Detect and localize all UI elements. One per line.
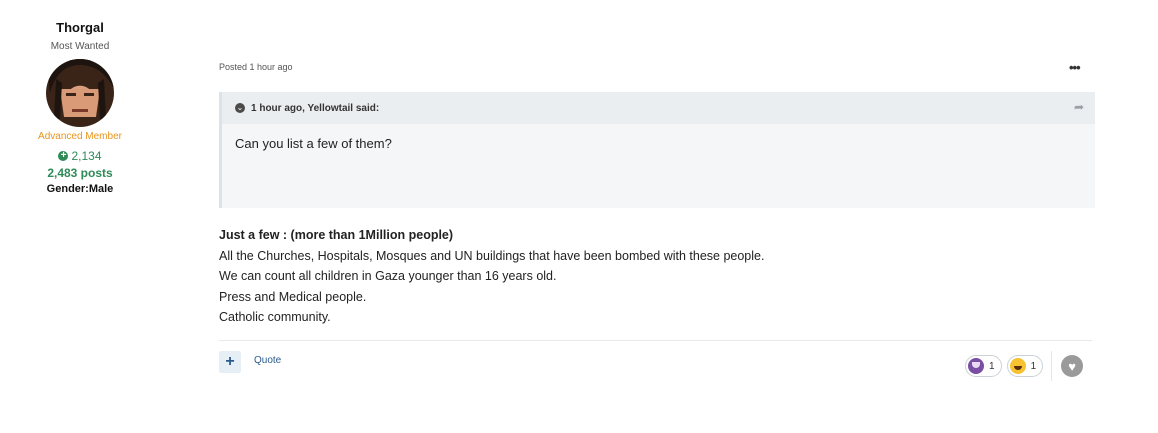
avatar-image <box>46 59 114 119</box>
share-arrow-icon[interactable]: ➦ <box>1074 100 1084 114</box>
post-count: 2,483 posts <box>47 166 113 180</box>
quote-button[interactable]: Quote <box>254 355 281 366</box>
avatar[interactable] <box>46 59 114 127</box>
post-lead: Just a few : (more than 1Million people) <box>219 228 454 242</box>
reputation: + 2,134 <box>20 149 140 163</box>
more-options-button[interactable]: ••• <box>1069 60 1081 75</box>
post-line: All the Churches, Hospitals, Mosques and… <box>219 248 765 263</box>
author-name[interactable]: Thorgal <box>20 20 140 35</box>
reaction-count: 1 <box>989 360 995 372</box>
post-line: Press and Medical people. <box>219 289 367 304</box>
reaction-laugh[interactable]: 1 <box>1006 355 1044 377</box>
blockquote: ⌄ 1 hour ago, Yellowtail said: ➦ Can you… <box>219 92 1095 208</box>
react-heart-button[interactable]: ♥ <box>1061 355 1084 377</box>
post-content: Just a few : (more than 1Million people)… <box>219 225 764 328</box>
divider <box>219 340 1092 341</box>
trophy-icon <box>968 358 984 374</box>
quote-text: Can you list a few of them? <box>235 136 392 151</box>
reactions-bar: 1 1 ♥ <box>965 351 1084 381</box>
laugh-icon <box>1009 358 1026 374</box>
post-line: Catholic community. <box>219 310 331 324</box>
reaction-separator <box>1051 351 1053 381</box>
quote-citation: 1 hour ago, Yellowtail said: <box>251 102 380 114</box>
reputation-value: 2,134 <box>71 149 102 163</box>
heart-icon: ♥ <box>1068 358 1076 374</box>
author-title: Most Wanted <box>50 41 110 52</box>
reaction-trophy[interactable]: 1 <box>965 355 1002 377</box>
quote-header[interactable]: ⌄ 1 hour ago, Yellowtail said: ➦ <box>222 92 1095 124</box>
gender: Gender:Male <box>46 183 114 195</box>
plus-circle-icon: + <box>58 151 69 161</box>
multiquote-button[interactable]: + <box>219 351 241 373</box>
post-timestamp[interactable]: Posted 1 hour ago <box>219 62 293 72</box>
chevron-down-icon[interactable]: ⌄ <box>235 103 245 113</box>
post-line: We can count all children in Gaza younge… <box>219 269 557 283</box>
member-group: Advanced Member <box>38 131 122 142</box>
author-panel: Thorgal Most Wanted Advanced Member + 2,… <box>20 0 140 195</box>
reaction-count: 1 <box>1030 360 1037 372</box>
